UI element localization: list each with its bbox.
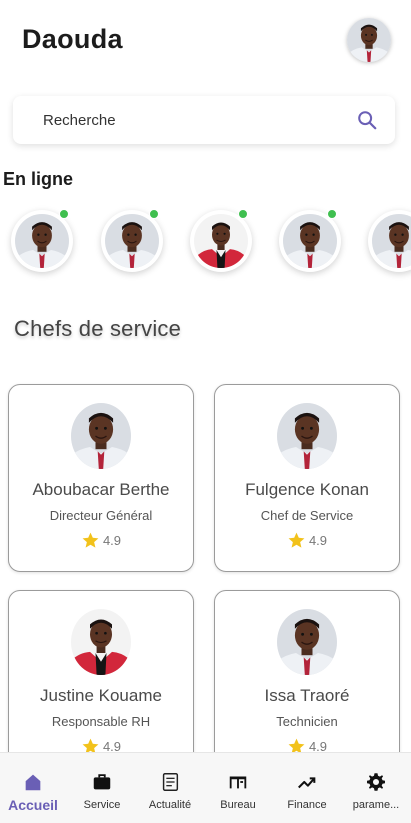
news-icon [162,773,179,791]
staff-role: Responsable RH [51,714,151,729]
staff-name: Justine Kouame [40,686,162,705]
home-icon [25,774,41,791]
nav-item-bureau[interactable]: Bureau [204,753,272,823]
search-bar[interactable] [13,96,395,144]
staff-role: Chef de Service [260,508,354,523]
online-status-dot [238,209,248,219]
nav-label: parame... [352,799,400,811]
search-icon[interactable] [356,109,378,131]
nav-item-finance[interactable]: Finance [272,753,342,823]
avatar-photo [347,18,391,62]
desk-icon [229,776,247,789]
online-user[interactable] [101,209,163,272]
staff-rating: 4.9 [215,531,399,550]
nav-item-service[interactable]: Service [68,753,136,823]
online-users-row[interactable] [0,205,411,285]
briefcase-icon [93,774,111,790]
nav-label: Actualité [148,799,192,811]
online-status-dot [327,209,337,219]
bottom-navigation: Accueil Service Actualité Bureau Finance [0,752,411,823]
online-user[interactable] [279,209,341,272]
staff-card[interactable]: Issa Traoré Technicien 4.9 [214,590,400,778]
nav-item-actualite[interactable]: Actualité [136,753,204,823]
online-status-dot [149,209,159,219]
star-icon [81,531,100,550]
user-avatar[interactable] [347,18,391,62]
online-user[interactable] [190,209,252,272]
avatar [277,403,337,469]
online-user[interactable] [368,210,411,272]
staff-card[interactable]: Aboubacar Berthe Directeur Général 4.9 [8,384,194,572]
avatar [283,214,337,268]
online-user[interactable] [11,209,73,272]
avatar [15,214,69,268]
avatar [194,214,248,268]
section-title: Chefs de service [14,316,182,341]
avatar [71,609,131,675]
nav-item-accueil[interactable]: Accueil [0,753,66,823]
avatar [372,214,411,268]
staff-role: Directeur Général [49,508,153,523]
staff-card[interactable]: Fulgence Konan Chef de Service 4.9 [214,384,400,572]
rating-value: 4.9 [102,533,122,548]
staff-rating: 4.9 [9,531,193,550]
header: Daouda [0,0,411,90]
nav-label: Service [83,799,121,811]
staff-card[interactable]: Justine Kouame Responsable RH 4.9 [8,590,194,778]
search-input[interactable] [43,111,333,129]
trending-up-icon [298,777,316,789]
nav-label: Accueil [8,797,58,813]
avatar [105,214,159,268]
gear-icon [367,773,385,791]
online-status-dot [59,209,69,219]
nav-item-parametres[interactable]: parame... [342,753,410,823]
online-section-title: En ligne [3,169,74,189]
star-icon [287,531,306,550]
nav-label: Finance [287,799,327,811]
staff-name: Aboubacar Berthe [32,480,170,499]
avatar [277,609,337,675]
rating-value: 4.9 [308,533,328,548]
staff-name: Issa Traoré [264,686,350,705]
staff-name: Fulgence Konan [245,480,369,499]
nav-label: Bureau [220,799,256,811]
page-title: Daouda [22,24,123,54]
avatar [71,403,131,469]
staff-role: Technicien [276,714,338,729]
